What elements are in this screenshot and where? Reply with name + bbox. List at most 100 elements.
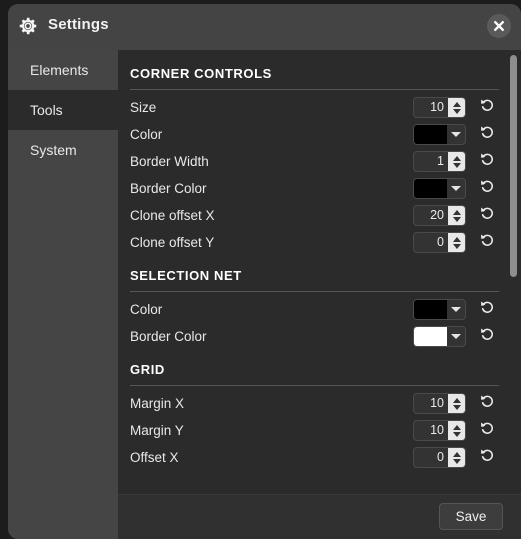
section-divider: [130, 385, 499, 386]
sidebar-item-label: Elements: [30, 62, 89, 78]
reset-button[interactable]: [475, 206, 499, 226]
chevron-down-icon: [451, 307, 461, 312]
reset-button[interactable]: [475, 327, 499, 347]
number-spinner[interactable]: 10: [413, 393, 466, 414]
settings-content-panel: CORNER CONTROLS Size 10 Color Border Width 1 B…: [118, 50, 521, 539]
setting-row: Border Width 1: [130, 148, 499, 175]
setting-label: Border Color: [130, 329, 207, 344]
spinner-up-icon[interactable]: [452, 101, 461, 107]
color-dropdown-toggle[interactable]: [447, 307, 465, 312]
reset-button[interactable]: [475, 179, 499, 199]
gear-icon: [17, 15, 39, 37]
spinner-up-icon[interactable]: [452, 397, 461, 403]
reset-icon: [480, 394, 495, 414]
spinner-stepper[interactable]: [448, 394, 465, 413]
reset-icon: [480, 98, 495, 118]
color-picker[interactable]: [413, 326, 466, 347]
save-button[interactable]: Save: [439, 503, 503, 530]
color-dropdown-toggle[interactable]: [447, 132, 465, 137]
spinner-stepper[interactable]: [448, 152, 465, 171]
reset-button[interactable]: [475, 125, 499, 145]
color-dropdown-toggle[interactable]: [447, 334, 465, 339]
color-swatch[interactable]: [414, 300, 447, 319]
reset-button[interactable]: [475, 233, 499, 253]
color-swatch[interactable]: [414, 327, 447, 346]
window-title: Settings: [48, 16, 109, 33]
color-swatch[interactable]: [414, 179, 447, 198]
settings-scroll-area[interactable]: CORNER CONTROLS Size 10 Color Border Width 1 B…: [118, 50, 521, 494]
spinner-value[interactable]: 0: [414, 233, 448, 252]
setting-row: Clone offset X 20: [130, 202, 499, 229]
reset-button[interactable]: [475, 300, 499, 320]
spinner-value[interactable]: 10: [414, 421, 448, 440]
setting-label: Color: [130, 302, 163, 317]
setting-label: Clone offset X: [130, 208, 215, 223]
spinner-down-icon[interactable]: [452, 216, 461, 222]
sidebar-item-system[interactable]: System: [8, 130, 118, 170]
setting-label: Margin Y: [130, 423, 184, 438]
dialog-footer: Save: [118, 494, 521, 539]
spinner-stepper[interactable]: [448, 206, 465, 225]
section-title: GRID: [130, 362, 165, 377]
reset-button[interactable]: [475, 421, 499, 441]
sidebar: Elements Tools System: [8, 50, 118, 539]
sidebar-item-elements[interactable]: Elements: [8, 50, 118, 90]
section-divider: [130, 89, 499, 90]
setting-label: Offset X: [130, 450, 179, 465]
reset-button[interactable]: [475, 98, 499, 118]
spinner-value[interactable]: 1: [414, 152, 448, 171]
number-spinner[interactable]: 0: [413, 232, 466, 253]
setting-row: Color: [130, 121, 499, 148]
reset-icon: [480, 179, 495, 199]
setting-row: Border Color: [130, 323, 499, 350]
setting-label: Margin X: [130, 396, 185, 411]
spinner-up-icon[interactable]: [452, 424, 461, 430]
spinner-value[interactable]: 0: [414, 448, 448, 467]
color-swatch[interactable]: [414, 125, 447, 144]
spinner-down-icon[interactable]: [452, 108, 461, 114]
reset-icon: [480, 206, 495, 226]
reset-icon: [480, 152, 495, 172]
color-dropdown-toggle[interactable]: [447, 186, 465, 191]
spinner-value[interactable]: 10: [414, 394, 448, 413]
number-spinner[interactable]: 0: [413, 447, 466, 468]
spinner-up-icon[interactable]: [452, 155, 461, 161]
spinner-up-icon[interactable]: [452, 236, 461, 242]
spinner-stepper[interactable]: [448, 421, 465, 440]
spinner-down-icon[interactable]: [452, 458, 461, 464]
reset-icon: [480, 233, 495, 253]
spinner-stepper[interactable]: [448, 98, 465, 117]
number-spinner[interactable]: 10: [413, 420, 466, 441]
setting-label: Size: [130, 100, 157, 115]
spinner-stepper[interactable]: [448, 448, 465, 467]
sidebar-item-label: Tools: [30, 102, 63, 118]
sidebar-item-tools[interactable]: Tools: [8, 90, 118, 130]
color-picker[interactable]: [413, 178, 466, 199]
reset-button[interactable]: [475, 394, 499, 414]
setting-row: Size 10: [130, 94, 499, 121]
spinner-value[interactable]: 10: [414, 98, 448, 117]
sidebar-item-label: System: [30, 142, 77, 158]
color-picker[interactable]: [413, 124, 466, 145]
setting-label: Color: [130, 127, 163, 142]
settings-window: Settings Elements Tools System CORNER CONT…: [8, 4, 521, 539]
spinner-value[interactable]: 20: [414, 206, 448, 225]
number-spinner[interactable]: 20: [413, 205, 466, 226]
scrollbar-thumb[interactable]: [510, 55, 517, 277]
reset-icon: [480, 421, 495, 441]
section-title: SELECTION NET: [130, 268, 242, 283]
reset-button[interactable]: [475, 448, 499, 468]
spinner-stepper[interactable]: [448, 233, 465, 252]
spinner-down-icon[interactable]: [452, 162, 461, 168]
color-picker[interactable]: [413, 299, 466, 320]
reset-button[interactable]: [475, 152, 499, 172]
spinner-up-icon[interactable]: [452, 451, 461, 457]
spinner-up-icon[interactable]: [452, 209, 461, 215]
number-spinner[interactable]: 1: [413, 151, 466, 172]
spinner-down-icon[interactable]: [452, 431, 461, 437]
close-button[interactable]: [487, 14, 511, 38]
number-spinner[interactable]: 10: [413, 97, 466, 118]
chevron-down-icon: [451, 334, 461, 339]
spinner-down-icon[interactable]: [452, 404, 461, 410]
spinner-down-icon[interactable]: [452, 243, 461, 249]
